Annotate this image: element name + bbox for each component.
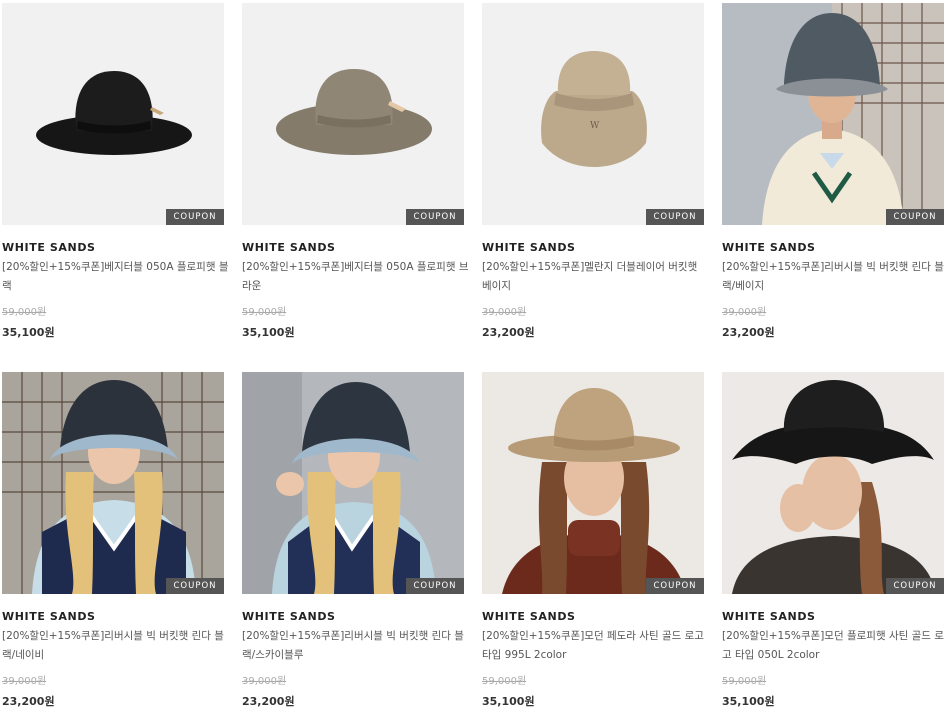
coupon-badge: COUPON: [166, 578, 224, 594]
sale-price: 35,100원: [482, 695, 535, 708]
original-price: 59,000원: [722, 676, 767, 687]
original-price: 39,000원: [242, 676, 287, 687]
brown-floppy-hat-icon: [242, 3, 464, 225]
product-card[interactable]: COUPON WHITE SANDS [20%할인+15%쿠폰]베지터블 050…: [2, 3, 228, 340]
model-floppy-hat-icon: [722, 372, 944, 594]
model-bucket-hat-icon: [2, 372, 224, 594]
product-brand: WHITE SANDS: [722, 241, 816, 254]
product-image[interactable]: COUPON: [2, 372, 224, 594]
product-image[interactable]: COUPON: [482, 372, 704, 594]
sale-price: 35,100원: [242, 326, 295, 339]
product-image[interactable]: COUPON: [722, 372, 944, 594]
product-name[interactable]: [20%할인+15%쿠폰]모던 플로피햇 사틴 골드 로고 타입 050L 2c…: [722, 627, 949, 667]
sale-price: 23,200원: [722, 326, 775, 339]
product-name[interactable]: [20%할인+15%쿠폰]리버시블 빅 버킷햇 린다 블랙/스카이블루: [242, 627, 470, 667]
product-brand: WHITE SANDS: [482, 610, 576, 623]
product-name[interactable]: [20%할인+15%쿠폰]모던 페도라 사틴 골드 로고 타입 995L 2co…: [482, 627, 710, 667]
model-bucket-hat-icon: [242, 372, 464, 594]
product-brand: WHITE SANDS: [722, 610, 816, 623]
original-price: 39,000원: [482, 307, 527, 318]
product-name[interactable]: [20%할인+15%쿠폰]베지터블 050A 플로피햇 브라운: [242, 258, 470, 298]
model-bucket-hat-icon: [722, 3, 944, 225]
original-price: 39,000원: [722, 307, 767, 318]
sale-price: 23,200원: [242, 695, 295, 708]
coupon-badge: COUPON: [406, 578, 464, 594]
coupon-badge: COUPON: [886, 578, 944, 594]
svg-text:W: W: [590, 121, 600, 131]
product-brand: WHITE SANDS: [2, 241, 96, 254]
product-card[interactable]: COUPON WHITE SANDS [20%할인+15%쿠폰]모던 플로피햇 …: [722, 372, 944, 709]
original-price: 59,000원: [242, 307, 287, 318]
product-name[interactable]: [20%할인+15%쿠폰]리버시블 빅 버킷햇 린다 블랙/베이지: [722, 258, 949, 298]
original-price: 59,000원: [2, 307, 47, 318]
product-name[interactable]: [20%할인+15%쿠폰]베지터블 050A 플로피햇 블랙: [2, 258, 230, 298]
product-image[interactable]: COUPON: [722, 3, 944, 225]
product-card[interactable]: COUPON WHITE SANDS [20%할인+15%쿠폰]베지터블 050…: [242, 3, 468, 340]
beige-bucket-hat-icon: W: [482, 3, 704, 225]
product-card[interactable]: COUPON WHITE SANDS [20%할인+15%쿠폰]리버시블 빅 버…: [2, 372, 224, 709]
coupon-badge: COUPON: [886, 209, 944, 225]
coupon-badge: COUPON: [166, 209, 224, 225]
product-grid: COUPON WHITE SANDS [20%할인+15%쿠폰]베지터블 050…: [0, 0, 949, 715]
model-fedora-icon: [482, 372, 704, 594]
sale-price: 23,200원: [482, 326, 535, 339]
product-name[interactable]: [20%할인+15%쿠폰]멜란지 더블레이어 버킷햇 베이지: [482, 258, 710, 298]
product-image[interactable]: COUPON: [242, 3, 464, 225]
product-image[interactable]: W COUPON: [482, 3, 704, 225]
product-brand: WHITE SANDS: [242, 610, 336, 623]
product-image[interactable]: COUPON: [2, 3, 224, 225]
coupon-badge: COUPON: [646, 578, 704, 594]
black-floppy-hat-icon: [2, 3, 224, 225]
product-name[interactable]: [20%할인+15%쿠폰]리버시블 빅 버킷햇 린다 블랙/네이비: [2, 627, 230, 667]
product-card[interactable]: COUPON WHITE SANDS [20%할인+15%쿠폰]리버시블 빅 버…: [242, 372, 464, 709]
product-brand: WHITE SANDS: [482, 241, 576, 254]
original-price: 39,000원: [2, 676, 47, 687]
product-brand: WHITE SANDS: [2, 610, 96, 623]
original-price: 59,000원: [482, 676, 527, 687]
product-image[interactable]: COUPON: [242, 372, 464, 594]
product-card[interactable]: COUPON WHITE SANDS [20%할인+15%쿠폰]모던 페도라 사…: [482, 372, 704, 709]
sale-price: 35,100원: [2, 326, 55, 339]
sale-price: 23,200원: [2, 695, 55, 708]
coupon-badge: COUPON: [646, 209, 704, 225]
sale-price: 35,100원: [722, 695, 775, 708]
coupon-badge: COUPON: [406, 209, 464, 225]
product-card[interactable]: W COUPON WHITE SANDS [20%할인+15%쿠폰]멜란지 더블…: [482, 3, 704, 340]
product-brand: WHITE SANDS: [242, 241, 336, 254]
product-card[interactable]: COUPON WHITE SANDS [20%할인+15%쿠폰]리버시블 빅 버…: [722, 3, 944, 340]
